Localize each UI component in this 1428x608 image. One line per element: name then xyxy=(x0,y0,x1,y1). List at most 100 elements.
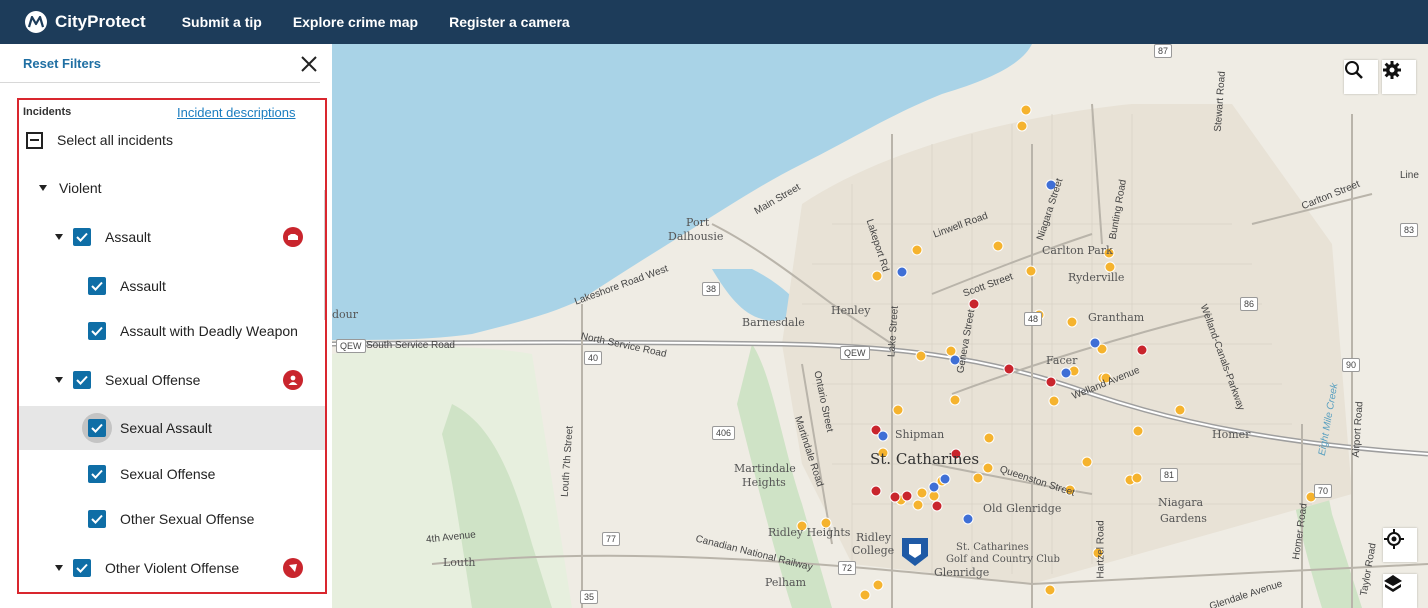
place-label-homer: Homer xyxy=(1212,428,1251,441)
brand[interactable]: CityProtect xyxy=(25,11,146,33)
other-violent-offense-category-icon xyxy=(283,558,303,578)
place-label-shipman: Shipman xyxy=(895,428,945,441)
road-label-south-service-road: South Service Road xyxy=(366,340,455,351)
item-label: Assault xyxy=(120,278,166,294)
sexual-offense-checkbox[interactable] xyxy=(88,465,106,483)
my-location-button[interactable] xyxy=(1383,528,1417,562)
group-label: Other Violent Offense xyxy=(105,560,240,576)
other-violent-offense-checkbox[interactable] xyxy=(73,559,91,577)
motorola-logo-icon xyxy=(25,11,47,33)
map-settings-button[interactable] xyxy=(1382,60,1416,94)
road-label-line: Line xyxy=(1400,170,1419,181)
group-row-assault[interactable]: Assault xyxy=(19,215,325,259)
route-shield-35: 35 xyxy=(580,590,599,604)
sexual-offense-category-icon xyxy=(283,370,303,390)
route-shield-83: 83 xyxy=(1400,223,1419,237)
route-shield-90: 90 xyxy=(1342,358,1361,372)
item-row-sexual-assault[interactable]: Sexual Assault xyxy=(19,406,325,450)
map-base-layer xyxy=(332,44,1428,608)
road-label-hartzel-road: Hartzel Road xyxy=(1095,520,1107,579)
nav-submit-tip[interactable]: Submit a tip xyxy=(182,14,262,30)
item-label: Assault with Deadly Weapon xyxy=(120,323,298,339)
assault-category-icon xyxy=(283,227,303,247)
route-shield-40: 40 xyxy=(584,351,603,365)
locate-icon xyxy=(1384,529,1404,549)
place-label-ridley: Ridley xyxy=(856,531,892,544)
place-label-glenridge: Glenridge xyxy=(934,566,990,579)
gear-icon xyxy=(1383,61,1401,79)
place-label-old-glenridge: Old Glenridge xyxy=(983,502,1062,515)
route-shield-qew-west: QEW xyxy=(336,339,366,353)
top-nav-bar: CityProtect Submit a tip Explore crime m… xyxy=(0,0,1428,44)
group-row-sexual-offense[interactable]: Sexual Offense xyxy=(19,358,325,402)
brand-name: CityProtect xyxy=(55,12,146,31)
item-row-sexual-offense[interactable]: Sexual Offense xyxy=(19,452,325,496)
assault-checkbox[interactable] xyxy=(88,277,106,295)
place-label-henley: Henley xyxy=(831,304,871,317)
search-icon xyxy=(1345,61,1363,79)
item-row-other-sexual-offense[interactable]: Other Sexual Offense xyxy=(19,497,325,541)
place-label-dour: dour xyxy=(332,308,359,321)
incident-filter-panel: Incidents Incident descriptions Select a… xyxy=(17,98,327,594)
place-label-pelham: Pelham xyxy=(765,576,807,589)
expand-caret-icon[interactable] xyxy=(39,185,47,191)
place-label-grantham: Grantham xyxy=(1088,311,1145,324)
assault-deadly-weapon-checkbox[interactable] xyxy=(88,322,106,340)
select-all-label: Select all incidents xyxy=(57,132,173,148)
place-label-college: College xyxy=(852,544,895,557)
place-label-port-dalhousie-2: Dalhousie xyxy=(668,230,724,243)
place-label-martindale: Martindale xyxy=(734,462,796,475)
item-label: Sexual Assault xyxy=(120,420,212,436)
sexual-offense-group-checkbox[interactable] xyxy=(73,371,91,389)
divider xyxy=(0,82,320,83)
group-row-other-violent-offense[interactable]: Other Violent Offense xyxy=(19,546,325,590)
crime-map[interactable]: Port Dalhousie Barnesdale Henley Shipman… xyxy=(332,44,1428,608)
select-all-row[interactable]: Select all incidents xyxy=(19,118,325,162)
expand-caret-icon[interactable] xyxy=(55,565,63,571)
assault-group-checkbox[interactable] xyxy=(73,228,91,246)
route-shield-81: 81 xyxy=(1160,468,1179,482)
category-label: Violent xyxy=(59,180,102,196)
item-label: Other Sexual Offense xyxy=(120,511,255,527)
route-shield-406: 406 xyxy=(712,426,736,440)
sexual-assault-checkbox[interactable] xyxy=(88,419,106,437)
place-label-carlton-park: Carlton Park xyxy=(1042,244,1113,257)
place-label-heights: Heights xyxy=(742,476,786,489)
focus-ring xyxy=(82,413,112,443)
route-shield-qew: QEW xyxy=(840,346,870,360)
place-label-golf-club-1: St. Catharines xyxy=(956,542,1029,553)
nav-register-camera[interactable]: Register a camera xyxy=(449,14,570,30)
place-label-port-dalhousie: Port xyxy=(686,216,710,229)
item-row-assault-deadly-weapon[interactable]: Assault with Deadly Weapon xyxy=(19,309,325,353)
select-all-checkbox[interactable] xyxy=(26,131,43,149)
nav-explore-crime-map[interactable]: Explore crime map xyxy=(293,14,418,30)
route-shield-38: 38 xyxy=(702,282,721,296)
route-shield-72: 72 xyxy=(838,561,857,575)
item-row-assault[interactable]: Assault xyxy=(19,264,325,308)
group-label: Sexual Offense xyxy=(105,372,201,388)
route-shield-48: 48 xyxy=(1024,312,1043,326)
place-label-st-catharines: St. Catharines xyxy=(870,450,980,468)
place-label-niagara: Niagara xyxy=(1158,496,1204,509)
expand-caret-icon[interactable] xyxy=(55,377,63,383)
other-sexual-offense-checkbox[interactable] xyxy=(88,510,106,528)
place-label-gardens: Gardens xyxy=(1160,512,1207,525)
route-shield-86: 86 xyxy=(1240,297,1259,311)
filter-sidebar: Reset Filters Incidents Incident descrip… xyxy=(0,44,332,608)
place-label-ridley-heights: Ridley Heights xyxy=(768,526,851,539)
expand-caret-icon[interactable] xyxy=(55,234,63,240)
reset-filters-link[interactable]: Reset Filters xyxy=(23,56,101,71)
map-search-button[interactable] xyxy=(1344,60,1378,94)
group-label: Assault xyxy=(105,229,151,245)
place-label-facer: Facer xyxy=(1046,354,1078,367)
item-label: Sexual Offense xyxy=(120,466,216,482)
close-icon[interactable] xyxy=(297,52,321,76)
route-shield-77: 77 xyxy=(602,532,621,546)
route-shield-70: 70 xyxy=(1314,484,1333,498)
incidents-heading: Incidents xyxy=(23,106,72,118)
place-label-barnesdale: Barnesdale xyxy=(742,316,805,329)
route-shield-87: 87 xyxy=(1154,44,1173,58)
category-row-violent[interactable]: Violent xyxy=(19,166,325,210)
map-layers-button[interactable] xyxy=(1383,574,1417,608)
place-label-ryderville: Ryderville xyxy=(1068,271,1125,284)
